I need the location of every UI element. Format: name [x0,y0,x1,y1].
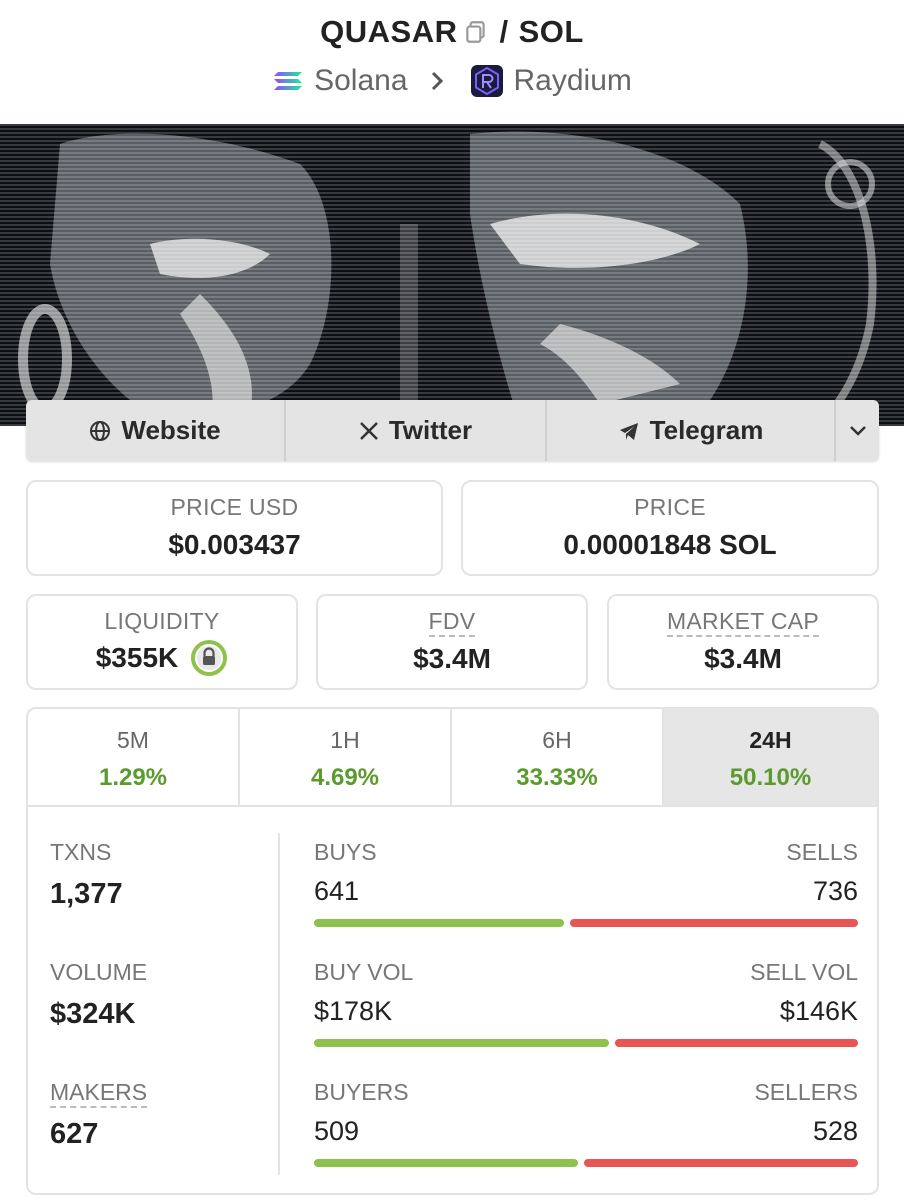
breadcrumb: Solana Raydium [0,64,904,98]
buys-sells-bar [314,919,858,927]
tab-change: 1.29% [98,764,168,791]
stats-panel: 5M 1.29% 1H 4.69% 6H 33.33% 24H 50.10% T… [26,707,879,1195]
stats-divider [278,833,280,1175]
buy-sell-volume-bar [314,1039,858,1047]
txns-label: TXNS [50,839,112,865]
tab-label: 1H [330,727,360,753]
fdv-card: FDV $3.4M [316,594,588,690]
pair-header: QUASAR / SOL Solana Raydium [0,0,904,124]
sell-vol-bar-fill [615,1039,858,1047]
copy-icon[interactable] [463,19,489,45]
x-icon [359,421,378,440]
buy-vol-value: $178K [314,996,393,1026]
raydium-icon [470,65,503,97]
timeframe-tabs: 5M 1.29% 1H 4.69% 6H 33.33% 24H 50.10% [28,709,877,807]
sells-value: 736 [812,876,858,906]
market-cap-label[interactable]: MARKET CAP [666,608,820,637]
buy-bar-fill [314,919,564,927]
volume-stat: VOLUME $324K [50,959,147,1031]
sells-label: SELLS [786,839,858,865]
twitter-label: Twitter [388,415,473,445]
txns-stat: TXNS 1,377 [50,839,123,911]
chain-link[interactable]: Solana [314,64,407,98]
telegram-label: Telegram [649,415,764,445]
token-banner-image [0,124,904,426]
buyers-sellers-row: BUYERS SELLERS 509 528 [314,1079,858,1167]
tab-label: 6H [542,727,572,753]
more-links-button[interactable] [836,400,879,461]
buy-vol-label: BUY VOL [314,959,414,985]
dex-link[interactable]: Raydium [514,64,632,98]
website-button[interactable]: Website [26,400,286,461]
buyers-sellers-bar [314,1159,858,1167]
tab-24h[interactable]: 24H 50.10% [664,709,877,805]
makers-value: 627 [50,1118,99,1150]
market-cap-value: $3.4M [704,643,782,674]
telegram-button[interactable]: Telegram [547,400,836,461]
price-native-card: PRICE 0.00001848 SOL [461,480,879,576]
telegram-icon [619,422,638,440]
price-usd-value: $0.003437 [168,529,301,560]
makers-label[interactable]: MAKERS [50,1079,148,1108]
chevron-right-icon [430,70,444,92]
volume-label: VOLUME [50,959,148,985]
sellers-value: 528 [812,1116,858,1146]
pair-title: QUASAR / SOL [0,14,904,50]
globe-icon [90,420,111,441]
chevron-down-icon [849,425,866,436]
makers-stat: MAKERS 627 [50,1079,148,1151]
txns-value: 1,377 [50,878,123,910]
fdv-label[interactable]: FDV [428,608,476,637]
buys-value: 641 [314,876,360,906]
tab-label: 24H [749,727,792,753]
price-native-value: 0.00001848 SOL [563,529,777,560]
tab-change: 33.33% [516,764,598,791]
liquidity-label: LIQUIDITY [104,608,220,634]
base-token: QUASAR [320,14,458,49]
tab-change: 4.69% [310,764,380,791]
lock-icon[interactable] [190,639,228,677]
buyers-label: BUYERS [314,1079,409,1105]
sell-vol-value: $146K [779,996,858,1026]
buys-sells-row: BUYS SELLS 641 736 [314,839,858,927]
buyers-value: 509 [314,1116,360,1146]
twitter-button[interactable]: Twitter [286,400,547,461]
liquidity-value-row: $355K [28,639,296,677]
solana-icon [274,72,303,90]
fdv-value: $3.4M [413,643,491,674]
banner-artwork [0,124,904,426]
volume-value: $324K [50,998,136,1030]
market-cap-card: MARKET CAP $3.4M [607,594,879,690]
tab-5m[interactable]: 5M 1.29% [28,709,240,805]
sell-bar-fill [570,919,858,927]
price-usd-label: PRICE USD [170,494,299,520]
tab-6h[interactable]: 6H 33.33% [452,709,664,805]
sellers-label: SELLERS [754,1079,858,1105]
tab-1h[interactable]: 1H 4.69% [240,709,452,805]
sell-vol-label: SELL VOL [750,959,858,985]
tab-label: 5M [117,727,149,753]
tab-change: 50.10% [729,764,812,791]
price-usd-card: PRICE USD $0.003437 [26,480,443,576]
buy-vol-bar-fill [314,1039,609,1047]
website-label: Website [121,415,221,445]
buy-sell-volume-row: BUY VOL SELL VOL $178K $146K [314,959,858,1047]
liquidity-value: $355K [95,642,179,673]
sellers-bar-fill [584,1159,858,1167]
buys-label: BUYS [314,839,377,865]
liquidity-card: LIQUIDITY $355K [26,594,298,690]
price-native-label: PRICE [634,494,706,520]
buyers-bar-fill [314,1159,578,1167]
social-links-bar: Website Twitter Telegram [26,400,879,461]
pair-slash: / [499,14,509,49]
quote-token: SOL [518,14,584,49]
